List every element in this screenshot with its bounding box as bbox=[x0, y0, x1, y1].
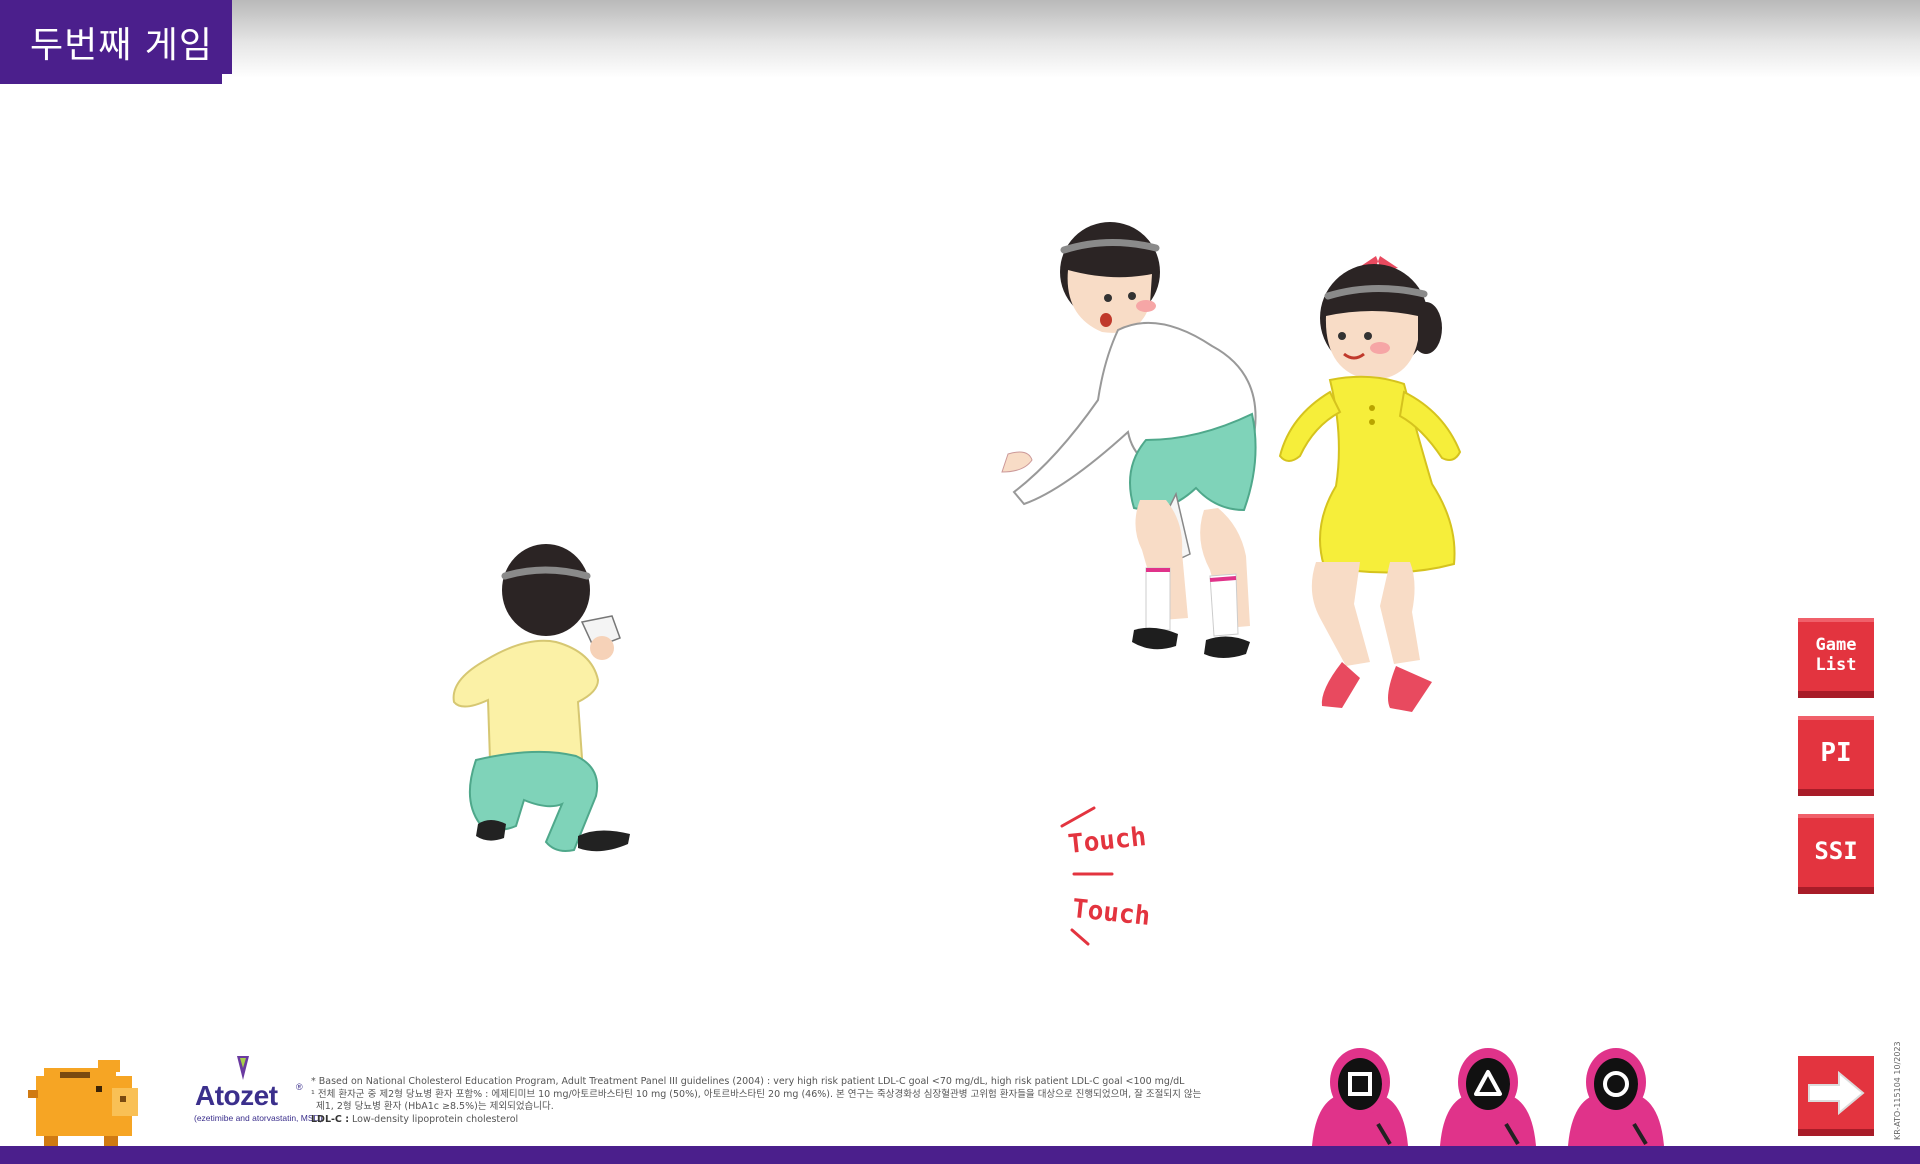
guard-triangle-character[interactable] bbox=[1432, 1046, 1544, 1146]
brand-registered-mark: ® bbox=[296, 1082, 303, 1092]
pi-button[interactable]: PI bbox=[1798, 716, 1874, 796]
guard-circle-character[interactable] bbox=[1560, 1046, 1672, 1146]
ssi-button[interactable]: SSI bbox=[1798, 814, 1874, 894]
ldl-definition: Low-density lipoprotein cholesterol bbox=[352, 1113, 519, 1125]
yellow-dress-girl-figure bbox=[1278, 256, 1462, 712]
footnote-line-3: 제1, 2형 당뇨병 환자 (HbA1c ≥8.5%)는 제외되었습니다. bbox=[316, 1101, 554, 1112]
right-arrow-icon bbox=[1808, 1070, 1865, 1115]
game-list-button[interactable]: Game List bbox=[1798, 618, 1874, 698]
guard-square-character[interactable] bbox=[1304, 1046, 1416, 1146]
bottom-purple-bar bbox=[0, 1146, 1920, 1164]
crouching-boy-figure bbox=[452, 544, 630, 852]
pointing-boy-figure bbox=[1001, 222, 1257, 658]
footnote-line-2: ¹ 전체 환자군 중 제2형 당뇨병 환자 포함% : 에제티미브 10 mg/… bbox=[311, 1088, 1202, 1100]
game-scene-illustration bbox=[28, 222, 1462, 1146]
ldl-label: LDL-C : bbox=[311, 1113, 350, 1125]
footnote-line-1: * Based on National Cholesterol Educatio… bbox=[311, 1076, 1185, 1087]
pixel-piggy-bank-icon bbox=[28, 1060, 138, 1146]
brand-subtitle: (ezetimibe and atorvastatin, MSD) bbox=[194, 1113, 323, 1123]
document-code: KR-ATO-115104 10/2023 bbox=[1893, 1041, 1902, 1140]
atozet-brand-logo: Atozet ® (ezetimibe and atorvastatin, MS… bbox=[192, 1056, 323, 1126]
next-page-button[interactable] bbox=[1798, 1056, 1874, 1136]
footnote-block: * Based on National Cholesterol Educatio… bbox=[311, 1076, 1202, 1126]
brand-name: Atozet bbox=[195, 1080, 278, 1111]
